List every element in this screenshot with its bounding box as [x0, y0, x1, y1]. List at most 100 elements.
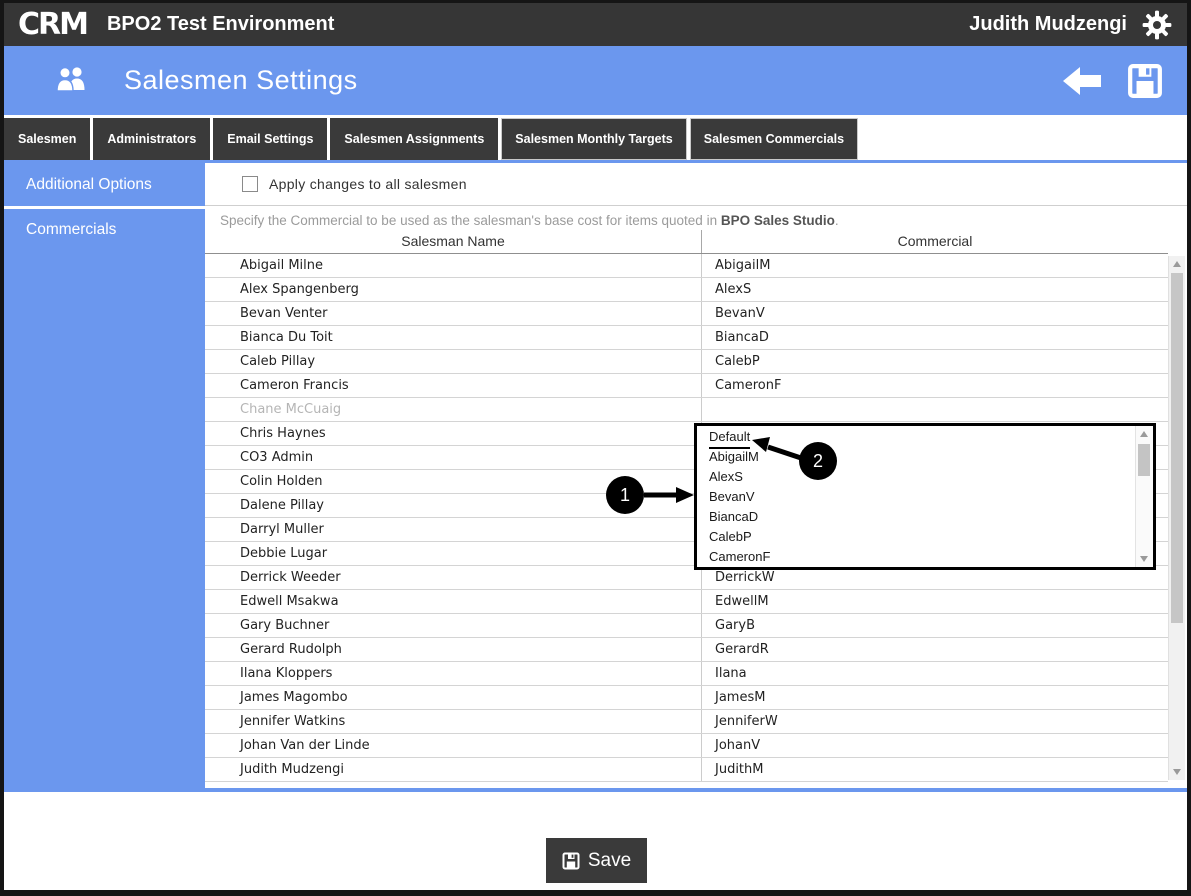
callout-1: 1	[606, 476, 644, 514]
sidebar-item-additional-options[interactable]: Additional Options	[4, 163, 205, 206]
commercial-cell[interactable]: AlexS	[701, 278, 1168, 301]
tab-email-settings[interactable]: Email Settings	[213, 118, 328, 160]
salesman-name-cell: CO3 Admin	[240, 450, 314, 465]
crm-logo: CRM	[18, 6, 89, 42]
salesman-name-cell: Caleb Pillay	[240, 354, 316, 369]
salesman-name-cell: Bianca Du Toit	[240, 330, 333, 345]
scroll-up-icon[interactable]	[1173, 261, 1181, 267]
tab-bar: Salesmen Administrators Email Settings Sale…	[4, 118, 1187, 160]
save-icon[interactable]	[1127, 63, 1163, 99]
divider	[4, 788, 1187, 792]
dropdown-item-default[interactable]: Default	[697, 427, 1135, 449]
commercial-cell[interactable]: CalebP	[701, 350, 1168, 373]
commercial-cell[interactable]	[701, 398, 1168, 421]
table-header: Salesman Name Commercial	[205, 230, 1168, 254]
commercial-cell[interactable]: BiancaD	[701, 326, 1168, 349]
tab-administrators[interactable]: Administrators	[93, 118, 211, 160]
app-window: CRM BPO2 Test Environment Judith Mudzeng…	[0, 0, 1191, 896]
dropdown-item-label: CalebP	[709, 529, 752, 544]
scroll-down-icon[interactable]	[1173, 769, 1181, 775]
dropdown-item-alexs[interactable]: AlexS	[697, 467, 1135, 487]
save-button-label: Save	[587, 849, 632, 871]
commercial-cell[interactable]: CameronF	[701, 374, 1168, 397]
description-prefix: Specify the Commercial to be used as the…	[220, 213, 721, 228]
salesman-name-cell: Darryl Muller	[240, 522, 324, 537]
tab-salesmen-commercials[interactable]: Salesmen Commercials	[689, 118, 859, 160]
table-row: Caleb Pillay CalebP	[205, 350, 1168, 374]
top-bar: CRM BPO2 Test Environment Judith Mudzeng…	[4, 3, 1187, 46]
salesman-name-cell: Gerard Rudolph	[240, 642, 342, 657]
dropdown-item-label: BiancaD	[709, 509, 759, 524]
dropdown-item-label: AbigailM	[709, 449, 759, 464]
dropdown-item-label: CameronF	[709, 549, 771, 564]
tab-salesmen-monthly-targets[interactable]: Salesmen Monthly Targets	[501, 118, 687, 160]
sidebar: Additional Options Commercials	[4, 163, 205, 788]
salesman-name-cell: James Magombo	[240, 690, 348, 705]
salesman-name-cell: Derrick Weeder	[240, 570, 341, 585]
salesman-name-cell: Ilana Kloppers	[240, 666, 333, 681]
table-row: Cameron Francis CameronF	[205, 374, 1168, 398]
table-row: Alex Spangenberg AlexS	[205, 278, 1168, 302]
column-header-commercial: Commercial	[701, 230, 1168, 253]
salesman-name-cell: Judith Mudzengi	[240, 762, 345, 777]
scroll-up-icon[interactable]	[1140, 431, 1148, 437]
dropdown-scrollbar[interactable]	[1135, 426, 1153, 567]
salesman-name-cell: Edwell Msakwa	[240, 594, 339, 609]
table-row: Abigail Milne AbigailM	[205, 254, 1168, 278]
column-header-salesman: Salesman Name	[401, 233, 505, 249]
back-arrow-icon[interactable]	[1061, 65, 1103, 97]
commercial-cell[interactable]: BevanV	[701, 302, 1168, 325]
page-header: Salesmen Settings	[4, 46, 1187, 115]
dropdown-item-label: AlexS	[709, 469, 743, 484]
description-suffix: .	[834, 213, 839, 228]
salesman-name-cell: Chris Haynes	[240, 426, 326, 441]
dropdown-item-cameronf[interactable]: CameronF	[697, 547, 1135, 567]
table-row: Bevan Venter BevanV	[205, 302, 1168, 326]
gear-icon[interactable]	[1141, 9, 1173, 41]
commercial-cell[interactable]: JenniferW	[701, 710, 1168, 733]
save-floppy-icon	[562, 852, 580, 870]
tab-salesmen-assignments[interactable]: Salesmen Assignments	[330, 118, 499, 160]
table-row: Jennifer Watkins JenniferW	[205, 710, 1168, 734]
commercial-cell[interactable]: JohanV	[701, 734, 1168, 757]
page-title: Salesmen Settings	[124, 65, 358, 95]
salesman-name-cell: Cameron Francis	[240, 378, 349, 393]
table-row: Edwell Msakwa EdwellM	[205, 590, 1168, 614]
scroll-down-icon[interactable]	[1140, 556, 1148, 562]
salesman-name-cell: Bevan Venter	[240, 306, 328, 321]
table-scrollbar[interactable]	[1168, 256, 1185, 780]
description-bold: BPO Sales Studio	[720, 213, 835, 228]
salesman-name-cell: Abigail Milne	[240, 258, 324, 273]
commercial-cell[interactable]: AbigailM	[701, 254, 1168, 277]
dropdown-list: Default AbigailM AlexS BevanV BiancaD CalebP C…	[697, 427, 1135, 567]
dropdown-item-abigailm[interactable]: AbigailM	[697, 447, 1135, 467]
save-button[interactable]: Save	[546, 838, 647, 883]
salesman-name-cell: Johan Van der Linde	[240, 738, 370, 753]
commercial-cell[interactable]: GaryB	[701, 614, 1168, 637]
dropdown-item-biancad[interactable]: BiancaD	[697, 507, 1135, 527]
commercial-cell[interactable]: JamesM	[701, 686, 1168, 709]
table-row: Gerard Rudolph GerardR	[205, 638, 1168, 662]
table-row: Chane McCuaig	[205, 398, 1168, 422]
table-row: Gary Buchner GaryB	[205, 614, 1168, 638]
scrollbar-thumb[interactable]	[1171, 273, 1183, 623]
dropdown-item-bevanv[interactable]: BevanV	[697, 487, 1135, 507]
commercial-cell[interactable]: JudithM	[701, 758, 1168, 781]
callout-2: 2	[799, 442, 837, 480]
dropdown-item-label: Default	[709, 427, 751, 449]
tab-salesmen[interactable]: Salesmen	[4, 118, 91, 160]
scrollbar-thumb[interactable]	[1138, 444, 1150, 476]
salesman-name-cell: Gary Buchner	[240, 618, 330, 633]
salesmen-icon	[54, 65, 88, 97]
table-row: James Magombo JamesM	[205, 686, 1168, 710]
dropdown-item-label: BevanV	[709, 489, 755, 504]
commercial-cell[interactable]: Ilana	[701, 662, 1168, 685]
commercial-cell[interactable]: GerardR	[701, 638, 1168, 661]
options-row: Apply changes to all salesmen	[205, 163, 1187, 206]
dropdown-item-calebp[interactable]: CalebP	[697, 527, 1135, 547]
commercial-cell[interactable]: EdwellM	[701, 590, 1168, 613]
apply-all-checkbox[interactable]	[242, 176, 258, 192]
sidebar-item-commercials[interactable]: Commercials	[4, 209, 205, 250]
salesman-name-cell: Jennifer Watkins	[240, 714, 346, 729]
salesman-name-cell: Debbie Lugar	[240, 546, 328, 561]
